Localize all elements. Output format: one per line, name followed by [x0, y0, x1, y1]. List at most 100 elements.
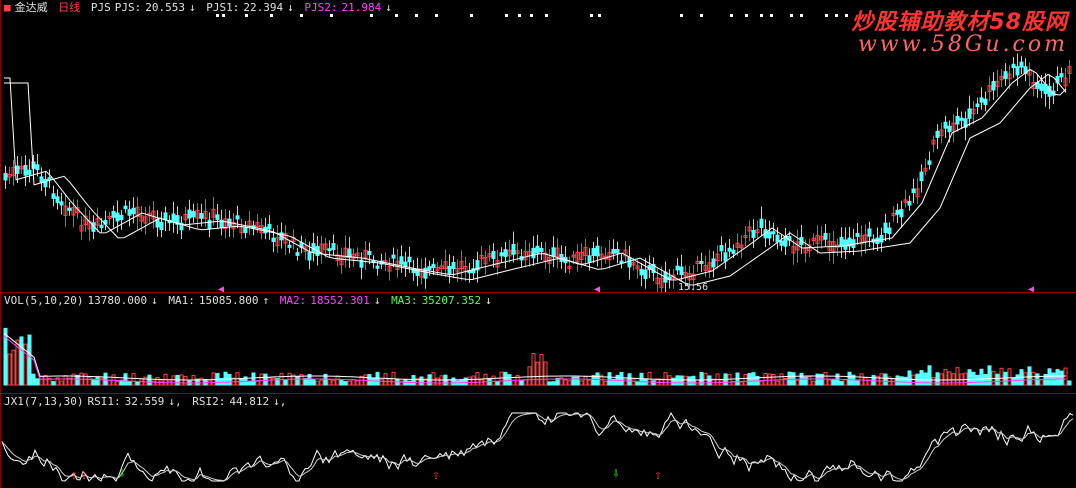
candle-body — [919, 171, 924, 182]
volume-arrow: ↓ — [151, 294, 158, 307]
candle-body — [935, 130, 940, 138]
candle-body — [243, 227, 248, 234]
volume-bar — [683, 375, 688, 386]
signal-dot — [245, 14, 248, 17]
volume-bar — [671, 377, 676, 386]
volume-bar — [667, 375, 672, 386]
candle-body — [171, 213, 176, 223]
candle-body — [347, 248, 352, 258]
volume-bar — [43, 374, 48, 386]
candle-body — [723, 252, 728, 262]
volume-bar — [691, 375, 696, 386]
volume-bar — [7, 353, 12, 386]
volume-bar — [39, 376, 44, 386]
candle-body — [431, 263, 436, 269]
candle-body — [895, 209, 900, 215]
volume-bar — [787, 371, 792, 386]
candle-body — [887, 227, 892, 235]
volume-bar — [343, 381, 348, 386]
candle-body — [1003, 71, 1008, 80]
signal-dot — [770, 14, 773, 17]
candle-body — [947, 125, 952, 133]
candle-body — [427, 266, 432, 271]
volume-bar — [855, 380, 860, 386]
volume-bar — [27, 334, 32, 386]
volume-bar — [315, 380, 320, 386]
volume-bar — [99, 377, 104, 386]
candle-body — [839, 236, 844, 248]
volume-bar — [519, 379, 524, 386]
candle-body — [731, 249, 736, 254]
candle-body — [327, 248, 332, 252]
volume-bar — [283, 379, 288, 386]
candle-body — [367, 250, 372, 255]
signal-dot — [790, 14, 793, 17]
volume-bar — [563, 379, 568, 386]
candle-body — [771, 231, 776, 235]
candle-body — [399, 256, 404, 265]
candle-body — [99, 224, 104, 229]
candle-body — [767, 231, 772, 239]
candle-body — [611, 249, 616, 254]
volume-bar — [271, 377, 276, 386]
candle-body — [615, 248, 620, 254]
volume-bar — [895, 375, 900, 386]
volume-bar — [451, 377, 456, 386]
signal-dot — [435, 14, 438, 17]
signal-dot — [216, 14, 219, 17]
signal-dot — [835, 14, 838, 17]
candle-body — [539, 247, 544, 253]
volume-bar — [383, 373, 388, 386]
candle-body — [3, 172, 8, 181]
candle-body — [39, 176, 44, 184]
volume-bar — [311, 378, 316, 386]
candle-body — [1011, 63, 1016, 69]
price-chart-pane[interactable]: ■ 金达威 日线 PJS PJS: 20.553 ↓ PJS1: 22.394 ↓ PJS2… — [0, 0, 1076, 292]
volume-bar — [843, 379, 848, 386]
signal-dot — [700, 14, 703, 17]
volume-bar — [775, 380, 780, 386]
volume-bar — [623, 378, 628, 386]
volume-bar — [115, 381, 120, 386]
candle-body — [1039, 83, 1044, 91]
volume-indicator-label: VOL(5,10,20) — [4, 294, 84, 307]
volume-bar — [579, 380, 584, 386]
volume-bar — [131, 373, 136, 386]
volume-bar — [1039, 379, 1044, 386]
rsi-header: JX1(7,13,30) RSI1: 32.559 ↓, RSI2: 44.812 ↓, — [4, 395, 290, 408]
candle-body — [491, 250, 496, 259]
signal-dot — [300, 14, 303, 17]
candle-body — [907, 201, 912, 206]
rsi1-arrow: ↓, — [168, 395, 182, 408]
rsi-chart-pane[interactable]: JX1(7,13,30) RSI1: 32.559 ↓, RSI2: 44.812 ↓, … — [0, 393, 1076, 488]
signal-dot — [845, 14, 848, 17]
volume-bar — [375, 371, 380, 386]
volume-bar — [411, 375, 416, 386]
volume-bar — [267, 377, 272, 386]
volume-bar — [1031, 371, 1036, 386]
signal-dot — [370, 14, 373, 17]
volume-bar — [407, 380, 412, 386]
candle-body — [591, 248, 596, 256]
volume-bar — [103, 372, 108, 386]
candle-body — [451, 262, 456, 269]
signal-dot — [395, 14, 398, 17]
volume-bar — [827, 379, 832, 386]
signal-dot — [590, 14, 593, 17]
signal-dot — [505, 14, 508, 17]
volume-bar — [767, 373, 772, 386]
volume-header: VOL(5,10,20) 13780.000 ↓ MA1: 15085.800 ↑ MA… — [4, 294, 496, 307]
volume-bar — [247, 380, 252, 386]
volume-bar — [435, 377, 440, 386]
candle-body — [587, 255, 592, 263]
volume-bar — [107, 379, 112, 386]
volume-bar — [19, 336, 24, 386]
candle-body — [375, 265, 380, 269]
candle-body — [551, 247, 556, 258]
volume-chart-pane[interactable]: VOL(5,10,20) 13780.000 ↓ MA1: 15085.800 ↑ MA… — [0, 292, 1076, 393]
volume-bar — [135, 381, 140, 386]
volume-chart-svg[interactable] — [0, 292, 1076, 393]
candle-body — [727, 247, 732, 252]
candle-body — [867, 228, 872, 237]
period-pointer-1: ◀ — [218, 284, 225, 293]
